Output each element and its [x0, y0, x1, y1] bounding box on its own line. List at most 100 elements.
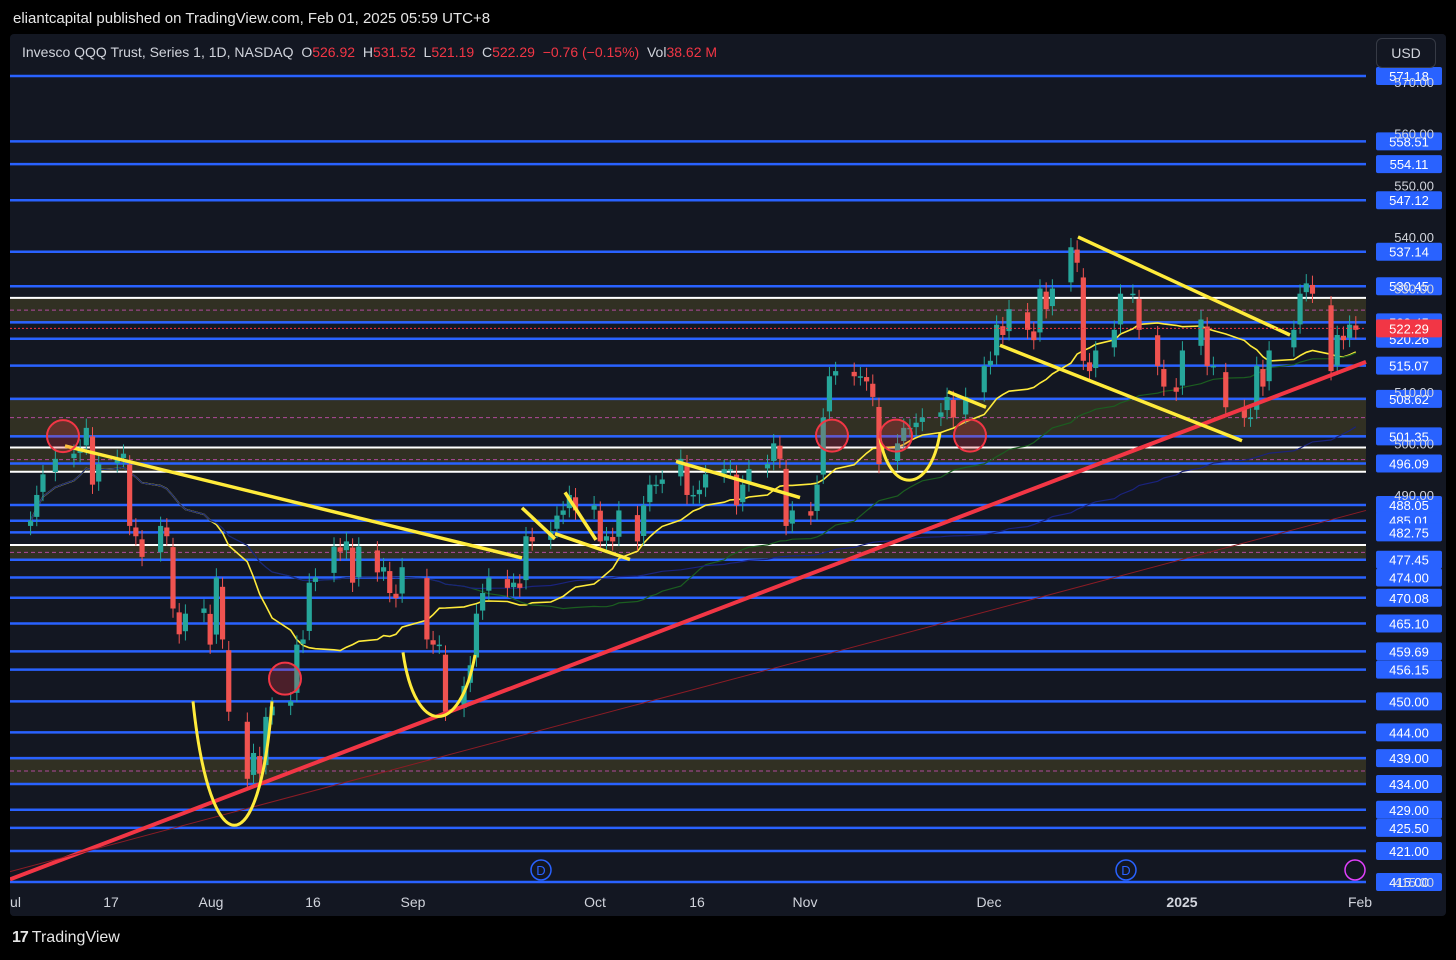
- candle-body: [647, 484, 653, 503]
- y-tick-label: 490.00: [1394, 488, 1434, 503]
- candle-body: [919, 417, 925, 422]
- price-level-label: 444.00: [1389, 725, 1429, 740]
- candle-body: [1328, 305, 1334, 372]
- candle-body: [944, 396, 950, 411]
- y-tick-label: 570.00: [1394, 75, 1434, 90]
- candle-body: [771, 443, 777, 461]
- red-circle-marker: [46, 419, 80, 454]
- x-tick-label: Aug: [199, 894, 224, 910]
- candle-body: [331, 546, 337, 573]
- candle-body: [1136, 299, 1142, 330]
- candle-body: [1179, 350, 1186, 386]
- tradingview-logo[interactable]: 17 TradingView: [12, 929, 120, 947]
- candle-body: [1210, 365, 1216, 368]
- candle-body: [517, 583, 523, 588]
- symbol-name[interactable]: Invesco QQQ Trust, Series 1, 1D, NASDAQ: [22, 44, 294, 60]
- candle-body: [430, 640, 436, 645]
- candle-body: [696, 489, 702, 495]
- candle-body: [96, 464, 102, 482]
- candle-body: [1198, 319, 1204, 346]
- candle-body: [1266, 350, 1272, 382]
- chart-canvas[interactable]: 571.18558.51554.11547.12537.14530.45523.…: [10, 34, 1446, 916]
- candle-body: [164, 527, 170, 537]
- candle-body: [71, 453, 77, 459]
- candle-body: [288, 701, 294, 706]
- y-tick-label: 415.00: [1394, 875, 1434, 890]
- candle-body: [127, 464, 133, 526]
- candle-body: [1303, 283, 1309, 293]
- red-circle-marker: [953, 418, 987, 453]
- candle-body: [207, 613, 213, 645]
- candle-body: [27, 520, 34, 526]
- price-level-label: 434.00: [1389, 777, 1429, 792]
- pattern-line: [520, 506, 557, 541]
- price-level-label: 456.15: [1389, 663, 1429, 678]
- candle-body: [913, 422, 919, 428]
- candle-body: [616, 510, 622, 537]
- candle-body: [981, 365, 987, 393]
- candle-body: [504, 579, 511, 588]
- currency-button[interactable]: USD: [1376, 38, 1436, 68]
- ma-200-line: [10, 509, 1367, 873]
- candle-body: [1037, 288, 1043, 333]
- candle-body: [1309, 284, 1316, 294]
- candle-body: [1340, 335, 1347, 341]
- price-level-label: 429.00: [1389, 803, 1429, 818]
- chart-frame[interactable]: 571.18558.51554.11547.12537.14530.45523.…: [10, 34, 1446, 916]
- ma-50-line: [30, 352, 1357, 610]
- candle-body: [1074, 249, 1080, 263]
- candle-body: [740, 484, 746, 503]
- close-value: 522.29: [492, 44, 535, 60]
- candle-body: [777, 445, 783, 459]
- price-level-label: 537.14: [1389, 245, 1429, 260]
- x-tick-label: 16: [305, 894, 321, 910]
- candle-body: [306, 582, 312, 631]
- candle-body: [603, 536, 610, 541]
- x-tick-label: Feb: [1348, 894, 1372, 910]
- candle-body: [560, 510, 566, 515]
- y-tick-label: 530.00: [1394, 282, 1434, 297]
- candle-body: [994, 324, 1000, 356]
- candle-body: [833, 371, 839, 376]
- candle-body: [133, 527, 139, 537]
- candle-body: [721, 469, 727, 474]
- candle-body: [399, 567, 405, 594]
- candle-body: [826, 376, 833, 412]
- candle-body: [870, 383, 876, 397]
- price-level-label: 496.09: [1389, 457, 1429, 472]
- candle-body: [690, 494, 696, 497]
- candle-body: [356, 546, 362, 578]
- last-price-label: 522.29: [1389, 321, 1429, 336]
- candle-body: [312, 577, 319, 582]
- x-tick-label: 17: [103, 894, 119, 910]
- candle-body: [139, 539, 145, 557]
- candle-body: [393, 593, 399, 599]
- red-circle-marker: [268, 661, 302, 696]
- candle-body: [1086, 362, 1093, 372]
- candle-body: [1247, 417, 1254, 420]
- candle-body: [176, 612, 182, 635]
- candle-body: [1204, 326, 1210, 366]
- y-tick-label: 560.00: [1394, 127, 1434, 142]
- candle-body: [1347, 324, 1353, 338]
- candle-body: [1031, 331, 1037, 341]
- candle-body: [201, 608, 207, 613]
- price-level-label: 450.00: [1389, 694, 1429, 709]
- candle-body: [1297, 293, 1303, 325]
- open-label: O: [301, 44, 313, 60]
- open-value: 526.92: [312, 44, 356, 60]
- candle-body: [436, 644, 442, 647]
- candle-body: [83, 427, 89, 446]
- candle-body: [1223, 372, 1229, 408]
- candle-body: [89, 436, 96, 485]
- symbol-legend: Invesco QQQ Trust, Series 1, 1D, NASDAQ …: [22, 44, 717, 60]
- publisher-bar: eliantcapital published on TradingView.c…: [0, 0, 1456, 34]
- candle-body: [938, 412, 944, 417]
- candle-body: [1000, 326, 1006, 335]
- candle-body: [170, 547, 176, 609]
- price-level-label: 474.00: [1389, 571, 1429, 586]
- candle-body: [213, 577, 219, 635]
- candle-body: [789, 510, 795, 524]
- candle-body: [226, 650, 232, 712]
- candle-body: [950, 400, 956, 418]
